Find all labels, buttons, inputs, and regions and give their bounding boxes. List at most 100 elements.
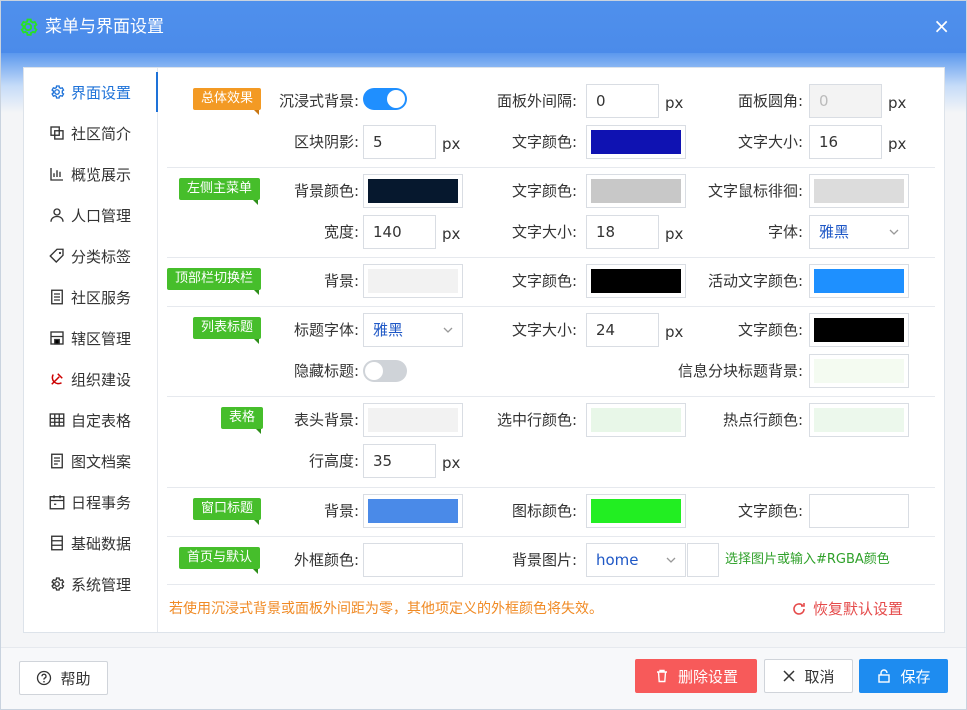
font-size-label: 文字大小: bbox=[511, 223, 577, 241]
font-size-input[interactable]: 16 bbox=[809, 125, 882, 159]
sidebar-item-label: 自定表格 bbox=[71, 411, 132, 430]
outer-gap-input[interactable]: 0 bbox=[586, 84, 659, 118]
px-unit: px bbox=[442, 454, 461, 472]
sidebar-item-archives[interactable]: 图文档案 bbox=[24, 441, 158, 481]
text-color-label: 文字颜色: bbox=[511, 133, 577, 151]
restore-defaults-link[interactable]: 恢复默认设置 bbox=[791, 599, 903, 619]
sidebar-item-system[interactable]: 系统管理 bbox=[24, 564, 158, 604]
warning-text: 若使用沉浸式背景或面板外间距为零，其他项定义的外框颜色将失效。 bbox=[169, 601, 603, 617]
text-color-picker[interactable] bbox=[586, 174, 686, 208]
color-fill bbox=[591, 179, 681, 203]
sidebar-item-label: 图文档案 bbox=[71, 452, 132, 471]
sidebar-item-organization[interactable]: 组织建设 bbox=[24, 359, 158, 399]
store-icon bbox=[50, 331, 64, 345]
chevron-down-icon bbox=[666, 557, 676, 563]
shadow-input[interactable]: 5 bbox=[363, 125, 436, 159]
hammer-sickle-icon bbox=[51, 373, 63, 385]
color-fill bbox=[814, 179, 904, 203]
title-font-value: 雅黑 bbox=[373, 321, 404, 339]
save-button[interactable]: 保存 bbox=[859, 659, 948, 693]
section-overall: 总体效果 沉浸式背景: 面板外间隔: 0 px 面板圆角: 0 px 区块阴影:… bbox=[167, 68, 935, 168]
delete-settings-button[interactable]: 删除设置 bbox=[635, 659, 757, 693]
color-fill bbox=[591, 269, 681, 293]
sidebar-item-interface[interactable]: 界面设置 bbox=[24, 72, 158, 112]
selected-row-picker[interactable] bbox=[586, 403, 686, 437]
sidebar-item-tags[interactable]: 分类标签 bbox=[24, 236, 158, 276]
text-color-picker[interactable] bbox=[809, 494, 909, 528]
px-unit: px bbox=[665, 94, 684, 112]
document-icon bbox=[51, 453, 63, 469]
row-height-input[interactable]: 35 bbox=[363, 444, 436, 478]
font-size-input[interactable]: 24 bbox=[586, 313, 659, 347]
sidebar-item-community-intro[interactable]: 社区简介 bbox=[24, 113, 158, 153]
shadow-label: 区块阴影: bbox=[293, 133, 359, 151]
color-fill bbox=[814, 269, 904, 293]
sidebar-item-label: 辖区管理 bbox=[71, 329, 132, 348]
sidebar: 界面设置 社区简介 概览展示 人口管理 分类标签 社区服务 辖区管理 组织建设 … bbox=[24, 68, 158, 632]
copy-icon bbox=[50, 126, 64, 140]
width-input[interactable]: 140 bbox=[363, 215, 436, 249]
section-tag-table: 表格 bbox=[221, 407, 264, 434]
text-color-picker[interactable] bbox=[586, 125, 686, 159]
immersive-toggle[interactable] bbox=[363, 88, 407, 110]
active-text-color-picker[interactable] bbox=[809, 264, 909, 298]
sidebar-item-district[interactable]: 辖区管理 bbox=[24, 318, 158, 358]
bg-image-label: 背景图片: bbox=[511, 551, 577, 569]
gear-icon bbox=[51, 85, 65, 99]
section-tag-left-menu: 左侧主菜单 bbox=[179, 178, 261, 205]
bg-image-select[interactable]: home bbox=[586, 543, 686, 577]
bg-color-picker[interactable] bbox=[363, 494, 463, 528]
bg-image-color-input[interactable] bbox=[687, 543, 719, 577]
section-top-bar: 顶部栏切换栏 背景: 文字颜色: 活动文字颜色: bbox=[167, 258, 935, 307]
sidebar-item-label: 基础数据 bbox=[71, 534, 132, 553]
sidebar-item-population[interactable]: 人口管理 bbox=[24, 195, 158, 235]
text-color-label: 文字颜色: bbox=[737, 321, 803, 339]
gear-icon bbox=[51, 577, 65, 591]
bg-color-picker[interactable] bbox=[363, 174, 463, 208]
outer-gap-label: 面板外间隔: bbox=[496, 92, 577, 110]
font-select-value: 雅黑 bbox=[819, 223, 850, 241]
sidebar-item-services[interactable]: 社区服务 bbox=[24, 277, 158, 317]
close-icon[interactable]: × bbox=[933, 15, 950, 37]
help-label: 帮助 bbox=[60, 669, 91, 688]
window-title: 菜单与界面设置 bbox=[45, 17, 164, 37]
settings-content: 总体效果 沉浸式背景: 面板外间隔: 0 px 面板圆角: 0 px 区块阴影:… bbox=[159, 68, 944, 632]
cancel-button[interactable]: 取消 bbox=[764, 659, 853, 693]
hot-row-picker[interactable] bbox=[809, 403, 909, 437]
icon-color-picker[interactable] bbox=[586, 494, 686, 528]
text-color-picker[interactable] bbox=[586, 264, 686, 298]
color-fill bbox=[368, 179, 458, 203]
font-select[interactable]: 雅黑 bbox=[809, 215, 909, 249]
cancel-label: 取消 bbox=[804, 667, 835, 686]
sidebar-item-schedule[interactable]: 日程事务 bbox=[24, 482, 158, 522]
radius-input[interactable]: 0 bbox=[809, 84, 882, 118]
help-button[interactable]: 帮助 bbox=[19, 661, 108, 695]
bg-color-picker[interactable] bbox=[363, 264, 463, 298]
sidebar-item-overview[interactable]: 概览展示 bbox=[24, 154, 158, 194]
hot-row-label: 热点行颜色: bbox=[722, 411, 803, 429]
active-text-color-label: 活动文字颜色: bbox=[707, 272, 803, 290]
frame-color-picker[interactable] bbox=[363, 543, 463, 577]
sidebar-item-custom-table[interactable]: 自定表格 bbox=[24, 400, 158, 440]
settings-dialog: 菜单与界面设置 × 界面设置 社区简介 概览展示 人口管理 分类标签 社区服务 … bbox=[0, 0, 967, 710]
color-fill bbox=[368, 548, 458, 572]
title-font-select[interactable]: 雅黑 bbox=[363, 313, 463, 347]
section-list-title: 列表标题 标题字体: 雅黑 文字大小: 24 px 文字颜色: 隐藏标题: 信息… bbox=[167, 307, 935, 397]
color-fill bbox=[368, 269, 458, 293]
hide-title-toggle[interactable] bbox=[363, 360, 407, 382]
title-bar: 菜单与界面设置 × bbox=[1, 1, 966, 53]
width-label: 宽度: bbox=[323, 223, 359, 241]
restore-defaults-label: 恢复默认设置 bbox=[813, 600, 904, 618]
icon-color-label: 图标颜色: bbox=[511, 502, 577, 520]
text-color-label: 文字颜色: bbox=[511, 182, 577, 200]
text-color-picker[interactable] bbox=[809, 313, 909, 347]
sidebar-item-label: 日程事务 bbox=[71, 493, 132, 512]
color-fill bbox=[814, 408, 904, 432]
color-fill bbox=[368, 408, 458, 432]
sidebar-item-label: 系统管理 bbox=[71, 575, 132, 594]
font-size-input[interactable]: 18 bbox=[586, 215, 659, 249]
hover-color-picker[interactable] bbox=[809, 174, 909, 208]
header-bg-picker[interactable] bbox=[363, 403, 463, 437]
info-block-bg-picker[interactable] bbox=[809, 354, 909, 388]
sidebar-item-base-data[interactable]: 基础数据 bbox=[24, 523, 158, 563]
